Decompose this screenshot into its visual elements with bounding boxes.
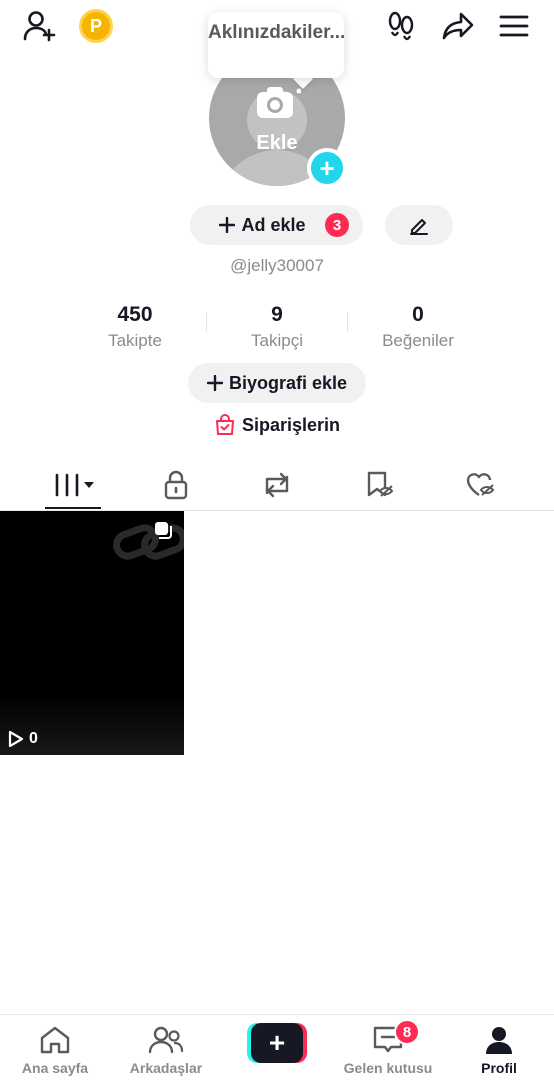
inbox-badge: 8	[394, 1019, 420, 1045]
profile-icon	[486, 1027, 512, 1054]
plus-icon	[219, 217, 236, 233]
plus-icon	[206, 375, 223, 391]
coin-letter: P	[89, 15, 102, 36]
tab-liked[interactable]	[453, 460, 509, 510]
stat-followers-label: Takipçi	[251, 331, 303, 350]
create-button[interactable]: +	[247, 1023, 307, 1063]
play-icon	[8, 730, 24, 748]
profile-stats: 450 Takipte 9 Takipçi 0 Beğeniler	[0, 302, 554, 356]
share-icon[interactable]	[440, 10, 476, 42]
add-bio-label: Biyografi ekle	[228, 372, 348, 393]
add-bio-button[interactable]: Biyografi ekle	[188, 363, 366, 403]
video-view-count: 0	[29, 730, 38, 747]
stat-divider	[347, 312, 348, 332]
liked-icon	[466, 473, 495, 497]
videos-grid-icon	[52, 473, 94, 497]
nav-friends-label: Arkadaşlar	[129, 1060, 203, 1076]
stat-following-label: Takipte	[108, 331, 162, 350]
video-thumbnail[interactable]: 0	[0, 511, 184, 755]
username: @jelly30007	[230, 256, 324, 275]
pencil-icon	[410, 219, 428, 235]
nav-inbox[interactable]: Gelen kutusu	[333, 1015, 443, 1080]
add-photo-plus-icon[interactable]: +	[307, 148, 347, 188]
stat-divider	[206, 312, 207, 332]
nav-profile[interactable]: Profil	[444, 1015, 554, 1080]
note-tooltip[interactable]: Aklınızdakiler...	[208, 12, 346, 78]
orders-link[interactable]: Siparişlerin	[0, 414, 554, 436]
add-friend-icon[interactable]	[22, 10, 58, 42]
nav-inbox-label: Gelen kutusu	[343, 1060, 433, 1076]
nav-home-label: Ana sayfa	[21, 1060, 89, 1076]
repost-icon	[265, 472, 289, 498]
create-icon: +	[251, 1023, 303, 1063]
camera-icon	[253, 82, 302, 127]
shopping-bag-icon	[215, 414, 234, 435]
tab-reposts[interactable]	[249, 460, 305, 510]
saved-icon	[367, 471, 394, 497]
stat-followers-value: 9	[271, 303, 283, 326]
stat-likes[interactable]: 0 Beğeniler	[348, 302, 488, 352]
friends-icon	[148, 1026, 184, 1054]
stat-following-value: 450	[117, 303, 153, 326]
add-name-button[interactable]: Ad ekle 3	[190, 205, 363, 245]
bottom-nav: Ana sayfa Arkadaşlar + Gelen kutusu 8 Pr…	[0, 1014, 554, 1080]
nav-home[interactable]: Ana sayfa	[0, 1015, 110, 1080]
stat-likes-value: 0	[412, 303, 424, 326]
stat-following[interactable]: 450 Takipte	[65, 302, 205, 352]
video-views: 0	[8, 730, 38, 748]
coin-icon[interactable]: P	[79, 9, 113, 43]
multi-photo-icon	[155, 522, 172, 539]
nav-profile-label: Profil	[481, 1060, 517, 1076]
orders-label: Siparişlerin	[241, 414, 341, 435]
edit-profile-button[interactable]	[385, 205, 453, 245]
tab-private[interactable]	[148, 460, 204, 510]
stat-likes-label: Beğeniler	[382, 331, 454, 350]
tab-videos[interactable]	[45, 460, 101, 510]
nav-friends[interactable]: Arkadaşlar	[111, 1015, 221, 1080]
add-name-badge: 3	[325, 213, 349, 237]
profile-tabs	[0, 460, 554, 511]
add-name-label: Ad ekle	[241, 214, 306, 235]
stat-followers[interactable]: 9 Takipçi	[207, 302, 347, 352]
footprints-icon[interactable]	[386, 10, 416, 42]
lock-icon	[164, 470, 188, 500]
home-icon	[40, 1026, 70, 1054]
menu-icon[interactable]	[498, 12, 530, 40]
tab-saved[interactable]	[352, 460, 408, 510]
active-tab-indicator	[45, 507, 101, 509]
note-tooltip-text: Aklınızdakiler...	[208, 22, 346, 43]
